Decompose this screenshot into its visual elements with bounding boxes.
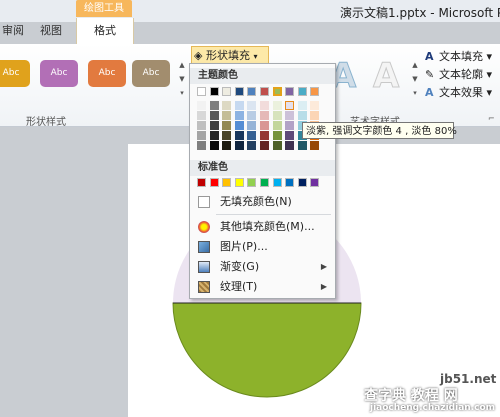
standard-color-swatch[interactable] bbox=[247, 178, 256, 187]
theme-shade-swatch[interactable] bbox=[285, 101, 294, 110]
picture-icon bbox=[198, 241, 210, 253]
theme-shade-swatch[interactable] bbox=[235, 101, 244, 110]
theme-shade-swatch[interactable] bbox=[247, 141, 256, 150]
theme-shade-swatch[interactable] bbox=[310, 101, 319, 110]
theme-shade-swatch[interactable] bbox=[210, 101, 219, 110]
menu-divider bbox=[216, 214, 331, 215]
theme-shade-swatch[interactable] bbox=[247, 111, 256, 120]
theme-shade-swatch[interactable] bbox=[260, 111, 269, 120]
theme-shade-swatch[interactable] bbox=[235, 121, 244, 130]
theme-shade-swatch[interactable] bbox=[222, 131, 231, 140]
theme-shade-swatch[interactable] bbox=[235, 111, 244, 120]
no-fill-label: 无填充颜色(N) bbox=[220, 195, 292, 208]
picture-label: 图片(P)... bbox=[220, 240, 268, 253]
theme-shade-swatch[interactable] bbox=[247, 131, 256, 140]
no-fill-item[interactable]: 无填充颜色(N) bbox=[190, 192, 335, 212]
theme-shade-swatch[interactable] bbox=[247, 101, 256, 110]
gradient-label: 渐变(G) bbox=[220, 260, 260, 273]
theme-shade-swatch[interactable] bbox=[298, 141, 307, 150]
theme-shade-swatch[interactable] bbox=[285, 141, 294, 150]
standard-color-swatch[interactable] bbox=[298, 178, 307, 187]
shape-fill-menu: 主题颜色 标准色 无填充颜色(N) 其他填充颜色(M)... 图片(P)... … bbox=[189, 63, 336, 299]
theme-shade-swatch[interactable] bbox=[260, 131, 269, 140]
standard-colors-header: 标准色 bbox=[190, 160, 335, 176]
standard-color-swatch[interactable] bbox=[235, 178, 244, 187]
theme-color-swatch[interactable] bbox=[285, 87, 294, 96]
standard-color-swatch[interactable] bbox=[197, 178, 206, 187]
theme-shade-swatch[interactable] bbox=[222, 101, 231, 110]
theme-color-swatch[interactable] bbox=[235, 87, 244, 96]
theme-shade-swatch[interactable] bbox=[222, 111, 231, 120]
theme-color-swatch[interactable] bbox=[247, 87, 256, 96]
theme-shade-swatch[interactable] bbox=[273, 101, 282, 110]
theme-shade-swatch[interactable] bbox=[235, 141, 244, 150]
shape-lower-fill bbox=[172, 302, 362, 398]
watermark-site2: 查字典 教程 网 bbox=[364, 388, 458, 404]
theme-shade-swatch[interactable] bbox=[247, 121, 256, 130]
theme-shade-swatch[interactable] bbox=[210, 111, 219, 120]
standard-color-swatch[interactable] bbox=[210, 178, 219, 187]
theme-shade-swatch[interactable] bbox=[298, 111, 307, 120]
gradient-fill-item[interactable]: 渐变(G) ▶ bbox=[190, 257, 335, 277]
theme-colors-header: 主题颜色 bbox=[190, 68, 335, 84]
theme-shade-swatch[interactable] bbox=[260, 121, 269, 130]
theme-shade-swatch[interactable] bbox=[260, 141, 269, 150]
theme-shade-swatch[interactable] bbox=[210, 121, 219, 130]
theme-shade-swatch[interactable] bbox=[197, 141, 206, 150]
gradient-icon bbox=[198, 261, 210, 273]
theme-shade-swatch[interactable] bbox=[273, 111, 282, 120]
theme-shade-swatch[interactable] bbox=[222, 121, 231, 130]
theme-shade-swatch[interactable] bbox=[260, 101, 269, 110]
theme-shade-swatch[interactable] bbox=[197, 101, 206, 110]
standard-color-swatch[interactable] bbox=[260, 178, 269, 187]
theme-shade-swatch[interactable] bbox=[285, 131, 294, 140]
theme-shade-swatch[interactable] bbox=[197, 131, 206, 140]
theme-shade-swatch[interactable] bbox=[273, 141, 282, 150]
standard-color-swatch[interactable] bbox=[310, 178, 319, 187]
standard-color-swatch[interactable] bbox=[273, 178, 282, 187]
palette-icon bbox=[198, 221, 210, 233]
theme-shade-swatch[interactable] bbox=[310, 111, 319, 120]
theme-shade-swatch[interactable] bbox=[197, 121, 206, 130]
texture-label: 纹理(T) bbox=[220, 280, 258, 293]
theme-color-swatch[interactable] bbox=[197, 87, 206, 96]
more-colors-label: 其他填充颜色(M)... bbox=[220, 220, 315, 233]
no-fill-icon bbox=[198, 196, 210, 208]
theme-shade-swatch[interactable] bbox=[285, 121, 294, 130]
color-tooltip: 淡紫, 强调文字颜色 4 , 淡色 80% bbox=[302, 122, 457, 139]
watermark-site3: jiaocheng.chazidian.com bbox=[370, 403, 496, 413]
theme-color-swatch[interactable] bbox=[260, 87, 269, 96]
theme-color-swatch[interactable] bbox=[222, 87, 231, 96]
standard-color-swatch[interactable] bbox=[222, 178, 231, 187]
theme-shade-swatch[interactable] bbox=[298, 101, 307, 110]
theme-shade-swatch[interactable] bbox=[273, 121, 282, 130]
theme-color-swatch[interactable] bbox=[298, 87, 307, 96]
theme-color-swatch[interactable] bbox=[310, 87, 319, 96]
watermark-site1: jb51.net bbox=[440, 372, 497, 386]
submenu-arrow-icon: ▶ bbox=[320, 282, 327, 291]
theme-color-swatch[interactable] bbox=[210, 87, 219, 96]
theme-shade-swatch[interactable] bbox=[197, 111, 206, 120]
theme-shade-swatch[interactable] bbox=[310, 141, 319, 150]
theme-shade-swatch[interactable] bbox=[285, 111, 294, 120]
texture-icon bbox=[198, 281, 210, 293]
submenu-arrow-icon: ▶ bbox=[320, 262, 327, 271]
theme-shade-swatch[interactable] bbox=[222, 141, 231, 150]
theme-shade-swatch[interactable] bbox=[210, 141, 219, 150]
theme-shade-swatch[interactable] bbox=[235, 131, 244, 140]
more-fill-colors-item[interactable]: 其他填充颜色(M)... bbox=[190, 217, 335, 237]
standard-color-swatch[interactable] bbox=[285, 178, 294, 187]
picture-fill-item[interactable]: 图片(P)... bbox=[190, 237, 335, 257]
theme-color-swatch[interactable] bbox=[273, 87, 282, 96]
texture-fill-item[interactable]: 纹理(T) ▶ bbox=[190, 277, 335, 297]
theme-shade-swatch[interactable] bbox=[210, 131, 219, 140]
theme-shade-swatch[interactable] bbox=[273, 131, 282, 140]
